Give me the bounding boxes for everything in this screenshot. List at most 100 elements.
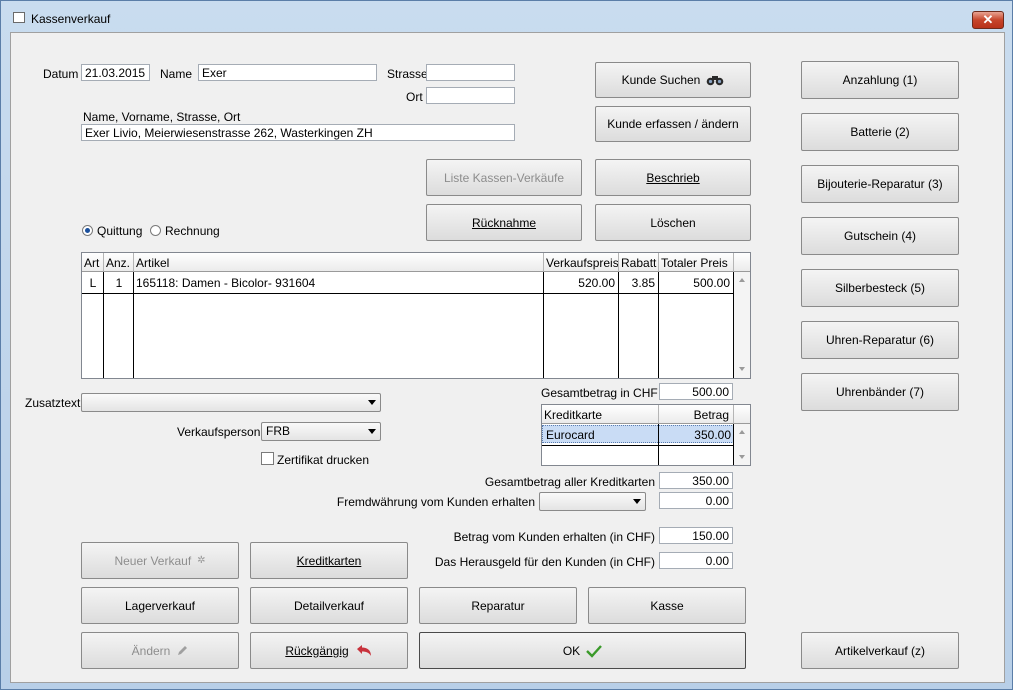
datum-field[interactable]: 21.03.2015: [81, 64, 150, 81]
dialog-client-area: Datum 21.03.2015 Name Exer Strasse Ort N…: [10, 32, 1005, 683]
ok-label: OK: [562, 643, 581, 658]
verkaufsperson-label: Verkaufsperson: [177, 425, 261, 439]
fremdwaehrung-label: Fremdwährung vom Kunden erhalten: [336, 495, 535, 509]
lagerverkauf-button[interactable]: Lagerverkauf: [81, 587, 239, 624]
verkaufsperson-select[interactable]: FRB: [261, 422, 381, 441]
rueckgaengig-button[interactable]: Rückgängig: [250, 632, 408, 669]
chevron-down-icon: [633, 499, 641, 504]
col-header-spacer: [734, 405, 750, 424]
col-header-verkaufspreis[interactable]: Verkaufspreis: [544, 253, 619, 272]
kreditkarten-table[interactable]: Kreditkarte Betrag Eurocard 350.00: [541, 404, 751, 466]
col-header-anz[interactable]: Anz.: [104, 253, 134, 272]
zertifikat-label: Zertifikat drucken: [277, 453, 370, 467]
ort-label: Ort: [406, 90, 423, 104]
rechnung-radio[interactable]: [150, 225, 161, 236]
aendern-label: Ändern: [131, 643, 171, 658]
beschrieb-button[interactable]: Beschrieb: [595, 159, 751, 196]
sparkle-icon: ✲: [197, 555, 206, 566]
aendern-button[interactable]: Ändern: [81, 632, 239, 669]
gutschein-button[interactable]: Gutschein (4): [801, 217, 959, 255]
kunde-suchen-label: Kunde Suchen: [621, 73, 701, 87]
ruecknahme-button[interactable]: Rücknahme: [426, 204, 582, 241]
cell-total: 500.00: [693, 276, 730, 290]
loeschen-button[interactable]: Löschen: [595, 204, 751, 241]
title-bar[interactable]: Kassenverkauf ✕: [1, 1, 1012, 31]
fremdwaehrung-select[interactable]: [539, 492, 646, 511]
window-icon: [13, 12, 25, 23]
detailverkauf-button[interactable]: Detailverkauf: [250, 587, 408, 624]
herausgeld-label: Das Herausgeld für den Kunden (in CHF): [434, 555, 655, 569]
kunde-erfassen-button[interactable]: Kunde erfassen / ändern: [595, 106, 751, 142]
col-header-rabatt[interactable]: Rabatt: [619, 253, 659, 272]
reparatur-button[interactable]: Reparatur: [419, 587, 577, 624]
rechnung-label: Rechnung: [165, 224, 220, 238]
rueckgaengig-label: Rückgängig: [285, 643, 349, 658]
name-field[interactable]: Exer: [198, 64, 377, 81]
cell-artikel: 165118: Damen - Bicolor- 931604: [136, 276, 316, 290]
undo-icon: [356, 644, 371, 656]
grid-line: [542, 445, 734, 446]
articles-table[interactable]: Art Anz. Artikel Verkaufspreis Rabatt To…: [81, 252, 751, 379]
zusatztext-select[interactable]: [81, 393, 381, 412]
kreditkarten-scrollbar[interactable]: [734, 424, 750, 465]
quittung-radio[interactable]: [82, 225, 93, 236]
strasse-field[interactable]: [426, 64, 515, 81]
silberbesteck-button[interactable]: Silberbesteck (5): [801, 269, 959, 307]
cell-betrag: 350.00: [694, 428, 731, 442]
scroll-up-icon[interactable]: [739, 278, 745, 282]
grid-line: [82, 293, 734, 294]
cell-art: L: [89, 276, 97, 290]
articles-scrollbar[interactable]: [734, 272, 750, 378]
table-row[interactable]: Eurocard 350.00: [542, 425, 734, 443]
close-icon: ✕: [982, 12, 994, 27]
pencil-icon: [178, 645, 188, 655]
gesamtbetrag-field[interactable]: 500.00: [659, 383, 733, 400]
scroll-down-icon[interactable]: [739, 367, 745, 371]
neuer-verkauf-label: Neuer Verkauf: [114, 553, 192, 568]
neuer-verkauf-button[interactable]: Neuer Verkauf ✲: [81, 542, 239, 579]
full-address-label: Name, Vorname, Strasse, Ort: [83, 110, 241, 124]
scroll-down-icon[interactable]: [739, 455, 745, 459]
kk-gesamt-label: Gesamtbetrag aller Kreditkarten: [484, 475, 655, 489]
col-header-artikel[interactable]: Artikel: [134, 253, 544, 272]
ort-field[interactable]: [426, 87, 515, 104]
liste-kassen-verkaeufe-button[interactable]: Liste Kassen-Verkäufe: [426, 159, 582, 196]
kreditkarten-button[interactable]: Kreditkarten: [250, 542, 408, 579]
kk-gesamt-field[interactable]: 350.00: [659, 472, 733, 489]
checkmark-icon: [586, 644, 603, 658]
kasse-button[interactable]: Kasse: [588, 587, 746, 624]
scroll-up-icon[interactable]: [739, 430, 745, 434]
kunde-suchen-button[interactable]: Kunde Suchen: [595, 62, 751, 98]
betrag-erhalten-field[interactable]: 150.00: [659, 527, 733, 544]
verkaufsperson-value: FRB: [266, 424, 290, 438]
col-header-betrag[interactable]: Betrag: [659, 405, 734, 424]
betrag-erhalten-label: Betrag vom Kunden erhalten (in CHF): [453, 530, 655, 544]
col-header-spacer: [734, 253, 750, 272]
anzahlung-button[interactable]: Anzahlung (1): [801, 61, 959, 99]
batterie-button[interactable]: Batterie (2): [801, 113, 959, 151]
fremdwaehrung-field[interactable]: 0.00: [659, 492, 733, 509]
strasse-label: Strasse: [387, 67, 428, 81]
kassenverkauf-window: Kassenverkauf ✕ Datum 21.03.2015 Name Ex…: [0, 0, 1013, 690]
gesamtbetrag-label: Gesamtbetrag in CHF: [541, 386, 658, 400]
close-button[interactable]: ✕: [972, 11, 1004, 29]
quittung-label: Quittung: [97, 224, 143, 238]
chevron-down-icon: [368, 429, 376, 434]
cell-verkaufspreis: 520.00: [578, 276, 615, 290]
bijouterie-reparatur-button[interactable]: Bijouterie-Reparatur (3): [801, 165, 959, 203]
ok-button[interactable]: OK: [419, 632, 746, 669]
chevron-down-icon: [368, 400, 376, 405]
col-header-kreditkarte[interactable]: Kreditkarte: [542, 405, 659, 424]
name-label: Name: [160, 67, 193, 81]
cell-rabatt: 3.85: [631, 276, 655, 290]
col-header-art[interactable]: Art: [82, 253, 104, 272]
uhren-reparatur-button[interactable]: Uhren-Reparatur (6): [801, 321, 959, 359]
zertifikat-checkbox[interactable]: [261, 452, 274, 465]
datum-label: Datum: [43, 67, 79, 81]
zusatztext-label: Zusatztext: [25, 396, 81, 410]
herausgeld-field[interactable]: 0.00: [659, 552, 733, 569]
artikelverkauf-button[interactable]: Artikelverkauf (z): [801, 632, 959, 669]
full-address-field[interactable]: Exer Livio, Meierwiesenstrasse 262, Wast…: [81, 124, 515, 141]
uhrenbaender-button[interactable]: Uhrenbänder (7): [801, 373, 959, 411]
col-header-totaler-preis[interactable]: Totaler Preis: [659, 253, 734, 272]
